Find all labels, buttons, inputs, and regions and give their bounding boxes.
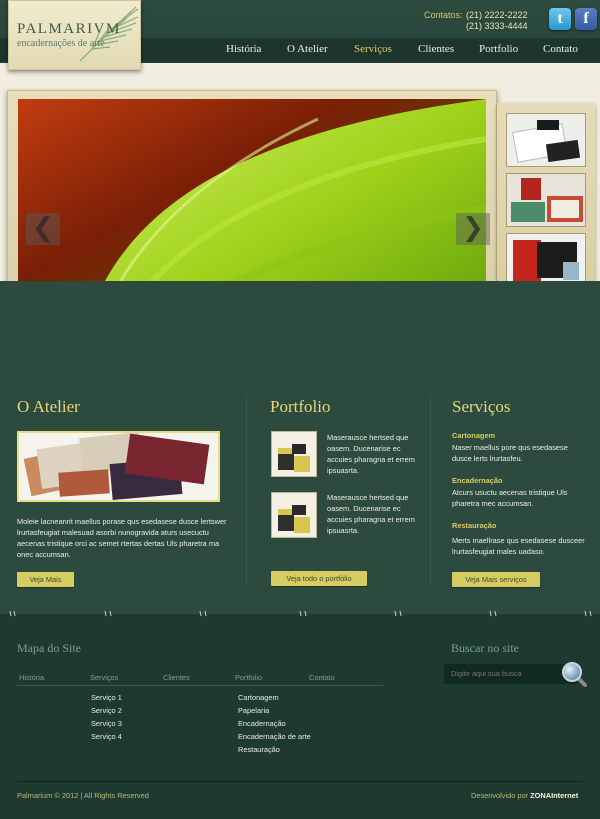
sitemap-link[interactable]: Encadernação de arte xyxy=(238,732,311,741)
footer-divider xyxy=(17,781,583,782)
servico-title[interactable]: Restauração xyxy=(452,521,496,530)
slider-thumb-2[interactable] xyxy=(506,173,586,227)
portfolio-all-button[interactable]: Veja todo o portfólio xyxy=(271,571,367,586)
sitemap-link[interactable]: Serviço 2 xyxy=(91,706,122,715)
atelier-title: O Atelier xyxy=(17,397,80,416)
slider-thumb-3[interactable] xyxy=(506,233,586,287)
nav-contato[interactable]: Contato xyxy=(543,43,578,55)
atelier-text: Moleie lacneanrit maellus porase qus ese… xyxy=(17,517,227,559)
search-icon[interactable] xyxy=(560,660,588,688)
servico-text: Naser maellus pore qus esedasese dusce l… xyxy=(452,443,568,463)
nav-clientes[interactable]: Clientes xyxy=(418,43,454,55)
servico-text: Merts maellrase qus esedasese dusceer lr… xyxy=(452,536,585,556)
nav-portfolio[interactable]: Portfolio xyxy=(479,43,518,55)
sitemap-link[interactable]: Serviço 4 xyxy=(91,732,122,741)
copyright-text: Palmarium © 2012 | All Rights Reserved xyxy=(17,791,149,800)
credit-name: ZONAInternet xyxy=(530,791,579,800)
nav-historia[interactable]: História xyxy=(226,43,261,55)
portfolio-thumb[interactable] xyxy=(271,492,317,538)
sitemap-column-header[interactable]: Portfolio xyxy=(235,673,262,682)
atelier-image xyxy=(17,431,220,502)
sitemap-link[interactable]: Papelaria xyxy=(238,706,269,715)
servicos-more-button[interactable]: Veja Mais serviços xyxy=(452,572,540,587)
atelier-more-button[interactable]: Veja Mais xyxy=(17,572,74,587)
servicos-title: Serviços xyxy=(452,397,511,416)
sitemap-link[interactable]: Encadernação xyxy=(238,719,286,728)
servico-title[interactable]: Cartonagem xyxy=(452,431,495,440)
sitemap-link[interactable]: Serviço 1 xyxy=(91,693,122,702)
sitemap-column-header[interactable]: Contato xyxy=(309,673,335,682)
nav-atelier[interactable]: O Atelier xyxy=(287,43,328,55)
sitemap-divider xyxy=(17,685,383,686)
sitemap-title: Mapa do Site xyxy=(17,641,81,655)
logo-tagline: encadernações de arte xyxy=(17,38,105,49)
slider-next-icon[interactable]: ❯ xyxy=(456,213,490,245)
contacts-label: Contatos: xyxy=(424,10,463,20)
portfolio-item-text: Maserausce hertsed que oasem. Ducenarise… xyxy=(327,493,415,535)
contact-phone-1: (21) 2222-2222 xyxy=(466,10,528,20)
servico-title[interactable]: Encadernação xyxy=(452,476,503,485)
portfolio-item-text: Maserausce hertsed que oasem. Ducenarise… xyxy=(327,433,415,475)
logo-title: PALMARIVM xyxy=(17,21,121,37)
sitemap-link[interactable]: Cartonagem xyxy=(238,693,279,702)
slider-prev-icon[interactable]: ❮ xyxy=(26,213,60,245)
portfolio-thumb[interactable] xyxy=(271,431,317,477)
contact-phone-2: (21) 3333-4444 xyxy=(466,21,528,31)
logo[interactable]: PALMARIVM encadernações de arte xyxy=(8,0,141,70)
nav-servicos[interactable]: Serviços xyxy=(354,43,392,55)
search-input[interactable] xyxy=(444,664,577,684)
search-title: Buscar no site xyxy=(451,641,519,655)
sitemap-link[interactable]: Restauração xyxy=(238,745,280,754)
servico-text: Atcurs usuctu aecenas tristique Uls phar… xyxy=(452,488,568,508)
facebook-icon[interactable]: f xyxy=(575,8,597,30)
column-divider xyxy=(430,395,431,585)
slider-thumb-1[interactable] xyxy=(506,113,586,167)
stitch-divider xyxy=(0,609,600,619)
sitemap-column-header[interactable]: História xyxy=(19,673,44,682)
developer-credit[interactable]: Desenvolvido por ZONAInternet xyxy=(471,791,578,800)
sitemap-column-header[interactable]: Clientes xyxy=(163,673,190,682)
twitter-icon[interactable]: t xyxy=(549,8,571,30)
column-divider xyxy=(246,395,247,585)
sitemap-column-header[interactable]: Serviços xyxy=(90,673,118,682)
credit-prefix: Desenvolvido por xyxy=(471,791,529,800)
sitemap-link[interactable]: Serviço 3 xyxy=(91,719,122,728)
portfolio-title: Portfolio xyxy=(270,397,331,416)
